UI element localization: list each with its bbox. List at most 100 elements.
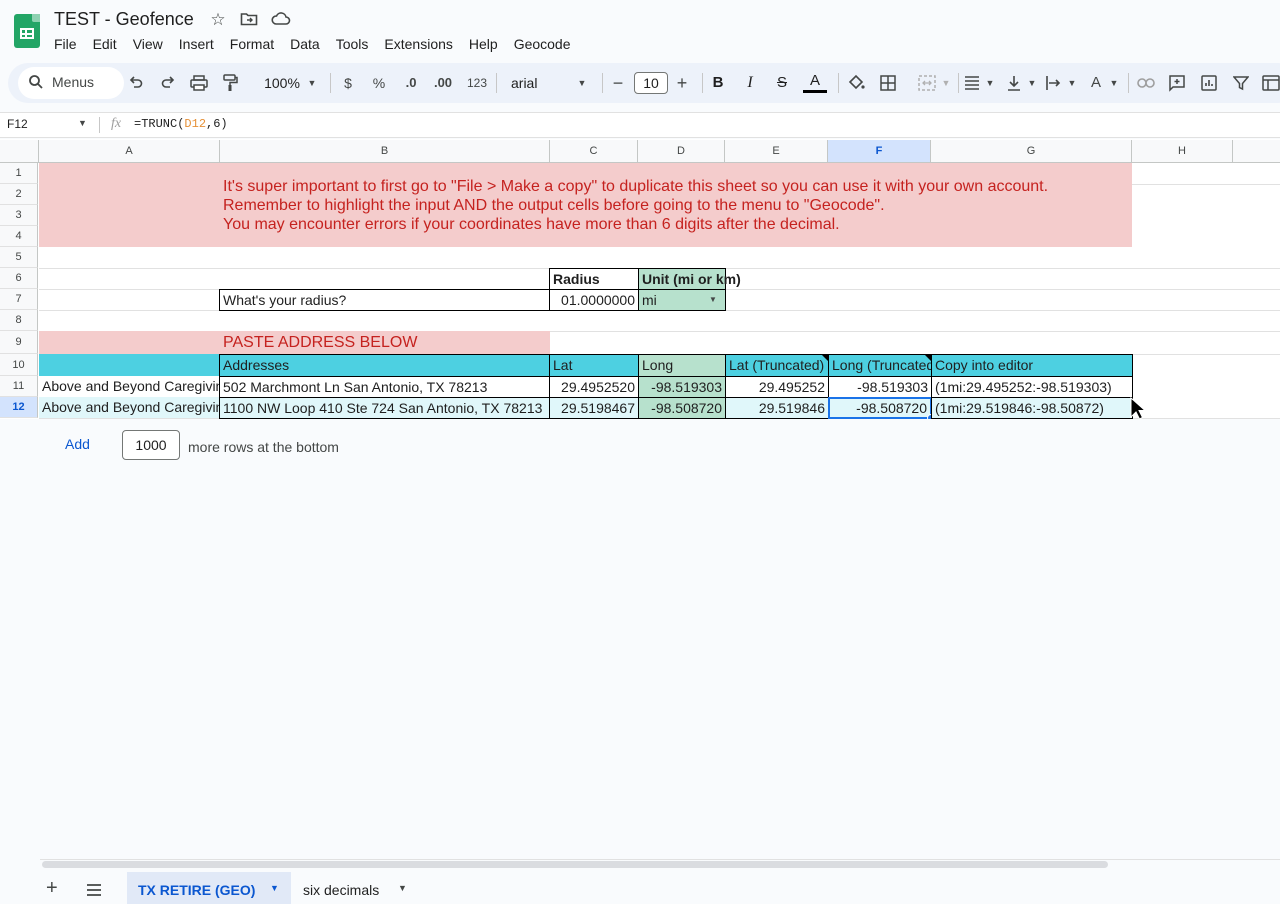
menu-file[interactable]: File	[46, 34, 85, 54]
cell-g11[interactable]: (1mi:29.495252:-98.519303)	[931, 376, 1133, 398]
fill-color-icon[interactable]	[846, 71, 866, 95]
cell-b12[interactable]: 1100 NW Loop 410 Ste 724 San Antonio, TX…	[219, 397, 550, 419]
valign-dropdown-icon[interactable]: ▼	[1026, 71, 1038, 95]
row-header-2[interactable]: 2	[0, 184, 38, 205]
cell-c12[interactable]: 29.5198467	[549, 397, 639, 419]
horizontal-align-icon[interactable]	[962, 71, 982, 95]
paint-format-icon[interactable]	[220, 71, 240, 95]
merge-cells-icon[interactable]	[912, 71, 942, 95]
menu-view[interactable]: View	[125, 34, 171, 54]
undo-icon[interactable]	[126, 71, 146, 95]
column-header-h[interactable]: H	[1132, 140, 1233, 163]
row-header-5[interactable]: 5	[0, 247, 38, 268]
strikethrough-button[interactable]: S	[772, 71, 792, 95]
merge-dropdown-icon[interactable]: ▼	[940, 71, 952, 95]
column-header-f[interactable]: F	[828, 140, 931, 163]
horizontal-scrollbar-track[interactable]	[40, 859, 1280, 869]
wrap-dropdown-icon[interactable]: ▼	[1066, 71, 1078, 95]
sheet-tab-active[interactable]: TX RETIRE (GEO) ▼	[127, 872, 291, 904]
row-header-9[interactable]: 9	[0, 331, 38, 354]
text-color-button[interactable]: A	[803, 71, 827, 93]
insert-comment-icon[interactable]	[1166, 71, 1188, 95]
header-lat[interactable]: Lat	[549, 354, 639, 377]
note-indicator-icon[interactable]	[822, 355, 828, 361]
currency-button[interactable]: $	[338, 71, 358, 95]
add-sheet-button[interactable]: +	[46, 878, 58, 898]
font-size-decrease-button[interactable]: −	[608, 71, 628, 95]
sheet-tab-dropdown-icon[interactable]: ▼	[398, 883, 407, 893]
header-long[interactable]: Long	[638, 354, 726, 377]
cell-e11[interactable]: 29.495252	[725, 376, 829, 398]
increase-decimal-button[interactable]: .00	[428, 71, 458, 95]
cell-d11[interactable]: -98.519303	[638, 376, 726, 398]
menu-insert[interactable]: Insert	[171, 34, 222, 54]
text-rotation-icon[interactable]: A	[1086, 71, 1106, 95]
menus-search[interactable]: Menus	[18, 67, 124, 99]
sheets-logo-icon[interactable]	[14, 14, 40, 48]
cell-e12[interactable]: 29.519846	[725, 397, 829, 419]
font-select[interactable]: arial	[511, 71, 571, 95]
column-header-d[interactable]: D	[638, 140, 725, 163]
add-rows-button[interactable]: Add	[65, 436, 90, 452]
all-sheets-menu-icon[interactable]	[86, 883, 102, 901]
cell-a11[interactable]: Above and Beyond Caregiving	[39, 376, 220, 397]
menu-geocode[interactable]: Geocode	[506, 34, 579, 54]
header-cell-a[interactable]	[39, 355, 220, 376]
header-copy-into-editor[interactable]: Copy into editor	[931, 354, 1133, 377]
redo-icon[interactable]	[158, 71, 178, 95]
menu-edit[interactable]: Edit	[85, 34, 125, 54]
radius-header[interactable]: Radius	[549, 268, 639, 290]
column-header-e[interactable]: E	[725, 140, 828, 163]
halign-dropdown-icon[interactable]: ▼	[984, 71, 996, 95]
radius-value-cell[interactable]: 01.0000000	[549, 289, 639, 311]
zoom-dropdown-icon[interactable]: ▼	[306, 71, 318, 95]
document-title[interactable]: TEST - Geofence	[54, 9, 194, 30]
column-header-g[interactable]: G	[931, 140, 1132, 163]
column-header-a[interactable]: A	[39, 140, 220, 163]
menu-data[interactable]: Data	[282, 34, 328, 54]
row-header-3[interactable]: 3	[0, 205, 38, 226]
move-folder-icon[interactable]	[239, 10, 259, 30]
note-indicator-icon[interactable]	[925, 355, 931, 361]
formula-input[interactable]: =TRUNC(D12,6)	[134, 117, 228, 131]
row-header-8[interactable]: 8	[0, 310, 38, 331]
row-header-10[interactable]: 10	[0, 354, 38, 376]
decrease-decimal-button[interactable]: .0	[398, 71, 424, 95]
add-rows-count-input[interactable]: 1000	[122, 430, 180, 460]
insert-chart-icon[interactable]	[1198, 71, 1220, 95]
menu-help[interactable]: Help	[461, 34, 506, 54]
font-size-increase-button[interactable]: +	[672, 71, 692, 95]
text-wrap-icon[interactable]	[1044, 71, 1064, 95]
select-all-corner[interactable]	[0, 140, 39, 163]
cell-f12-selected[interactable]: -98.508720	[828, 397, 932, 419]
header-addresses[interactable]: Addresses	[219, 354, 550, 377]
unit-dropdown-arrow-icon[interactable]: ▼	[709, 290, 717, 310]
cloud-status-icon[interactable]	[271, 10, 291, 30]
cell-d12[interactable]: -98.508720	[638, 397, 726, 419]
row-header-11[interactable]: 11	[0, 376, 38, 397]
sheet-tab[interactable]: six decimals ▼	[291, 872, 421, 904]
number-format-button[interactable]: 123	[464, 71, 490, 95]
menu-extensions[interactable]: Extensions	[376, 34, 460, 54]
cell-f11[interactable]: -98.519303	[828, 376, 932, 398]
insert-link-icon[interactable]	[1134, 71, 1158, 95]
star-icon[interactable]: ☆	[208, 10, 228, 30]
menu-tools[interactable]: Tools	[328, 34, 377, 54]
column-header-c[interactable]: C	[550, 140, 638, 163]
column-header-b[interactable]: B	[220, 140, 550, 163]
print-icon[interactable]	[189, 71, 209, 95]
row-header-4[interactable]: 4	[0, 226, 38, 247]
row-header-7[interactable]: 7	[0, 289, 38, 310]
sheet-tab-dropdown-icon[interactable]: ▼	[270, 883, 279, 893]
radius-question-label[interactable]: What's your radius?	[219, 289, 550, 311]
cell-a12[interactable]: Above and Beyond Caregiving	[39, 397, 220, 418]
unit-header[interactable]: Unit (mi or km)	[638, 268, 741, 290]
filter-icon[interactable]	[1230, 71, 1252, 95]
zoom-select[interactable]: 100%	[252, 71, 312, 95]
unit-dropdown[interactable]: mi ▼	[638, 289, 726, 311]
vertical-align-icon[interactable]	[1004, 71, 1024, 95]
header-long-truncated[interactable]: Long (Truncated)	[828, 354, 932, 377]
name-box-dropdown-icon[interactable]: ▼	[78, 118, 87, 128]
header-lat-truncated[interactable]: Lat (Truncated)	[725, 354, 829, 377]
menu-format[interactable]: Format	[222, 34, 282, 54]
